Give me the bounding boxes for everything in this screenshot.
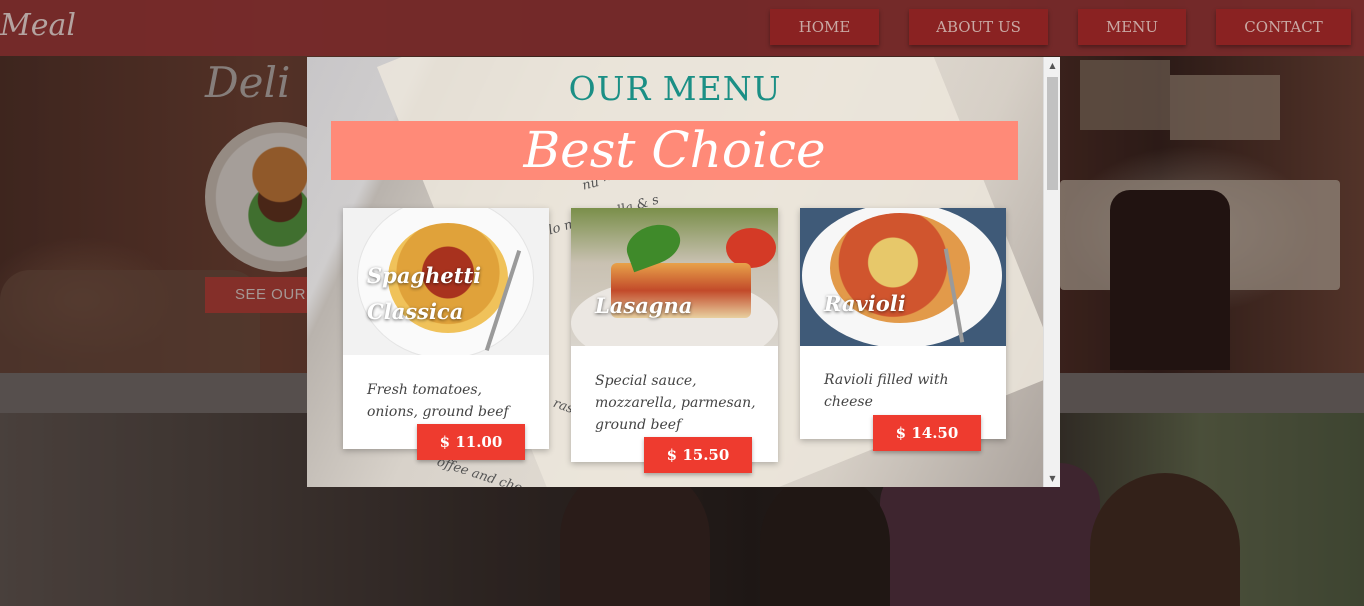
menu-modal: alo mozzarella & s nu ~ ras offee and ch… <box>307 57 1060 487</box>
nav-contact[interactable]: CONTACT <box>1216 9 1351 45</box>
card-description: Ravioli filled with cheese <box>824 372 949 410</box>
price-button-ravioli[interactable]: $ 14.50 <box>873 415 981 451</box>
scroll-thumb[interactable] <box>1047 77 1058 190</box>
menu-card-spaghetti[interactable]: Spaghetti Classica Fresh tomatoes, onion… <box>343 208 549 449</box>
best-choice-banner: Best Choice <box>331 121 1018 180</box>
brand-logo[interactable]: Meal <box>0 8 76 43</box>
menu-card-lasagna[interactable]: Lasagna Special sauce, mozzarella, parme… <box>571 208 778 462</box>
nav-menu[interactable]: MENU <box>1078 9 1186 45</box>
card-description: Fresh tomatoes, onions, ground beef <box>367 382 509 420</box>
scroll-down-icon[interactable]: ▼ <box>1044 470 1060 487</box>
scroll-up-icon[interactable]: ▲ <box>1044 57 1060 74</box>
price-button-lasagna[interactable]: $ 15.50 <box>644 437 752 473</box>
menu-heading: OUR MENU <box>568 69 782 108</box>
top-navbar: Meal HOME ABOUT US MENU CONTACT <box>0 0 1364 56</box>
lasagna-image <box>571 208 778 346</box>
price-button-spaghetti[interactable]: $ 11.00 <box>417 424 525 460</box>
card-description: Special sauce, mozzarella, parmesan, gro… <box>595 373 756 433</box>
modal-scrollbar[interactable]: ▲ ▼ <box>1043 57 1060 487</box>
ravioli-image <box>800 208 1006 346</box>
menu-card-ravioli[interactable]: Ravioli Ravioli filled with cheese <box>800 208 1006 439</box>
card-title: Spaghetti Classica <box>367 263 482 324</box>
nav-home[interactable]: HOME <box>770 9 879 45</box>
nav-about-us[interactable]: ABOUT US <box>909 9 1048 45</box>
card-title: Lasagna <box>595 293 693 318</box>
card-title: Ravioli <box>824 291 906 316</box>
